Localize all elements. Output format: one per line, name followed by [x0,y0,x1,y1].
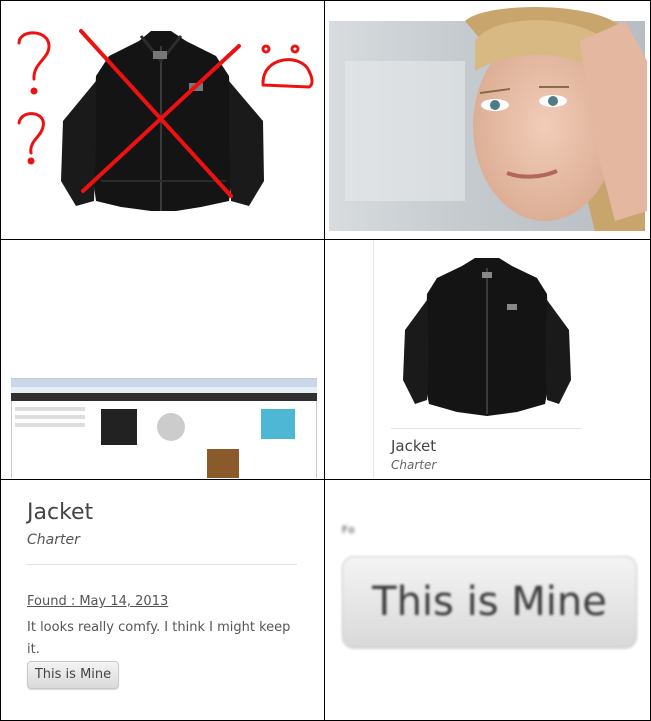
grid-border-top [0,0,651,1]
detail-description: It looks really comfy. I think I might k… [27,620,291,657]
worried-woman-photo [329,7,647,231]
partial-found-text: Fo [342,525,356,536]
grid-border-row2 [0,479,651,480]
card-divider [373,240,374,478]
crossed-jacket-drawing [17,29,314,211]
grid-border-left [0,0,1,721]
question-marks-icon [17,31,51,165]
panel-product-card: Jacket Charter [325,240,650,478]
panel-zoomed-button: Fo This is Mine [325,480,650,720]
panel-worried-woman [325,1,650,238]
detail-title: Jacket [27,500,94,525]
comic-grid: Jacket Charter Jacket Charter Found : Ma… [0,0,651,721]
card-subtitle: Charter [391,458,437,472]
detail-divider [27,564,297,565]
panel-website-screenshot [1,240,324,478]
jacket-photo[interactable] [387,244,587,424]
detail-subtitle: Charter [27,532,80,548]
card-rule [391,428,581,429]
grid-border-row1 [0,239,651,240]
found-date-link[interactable]: Found : May 14, 2013 [27,594,168,609]
zoomed-this-is-mine-button[interactable]: This is Mine [342,556,637,648]
panel-crossed-jacket [1,1,324,238]
card-title[interactable]: Jacket [391,437,436,455]
frown-face-icon [261,44,314,89]
grid-border-middle [324,0,325,721]
this-is-mine-button[interactable]: This is Mine [27,661,119,689]
panel-product-details: Jacket Charter Found : May 14, 2013 It l… [1,480,324,720]
browser-window [11,378,317,478]
